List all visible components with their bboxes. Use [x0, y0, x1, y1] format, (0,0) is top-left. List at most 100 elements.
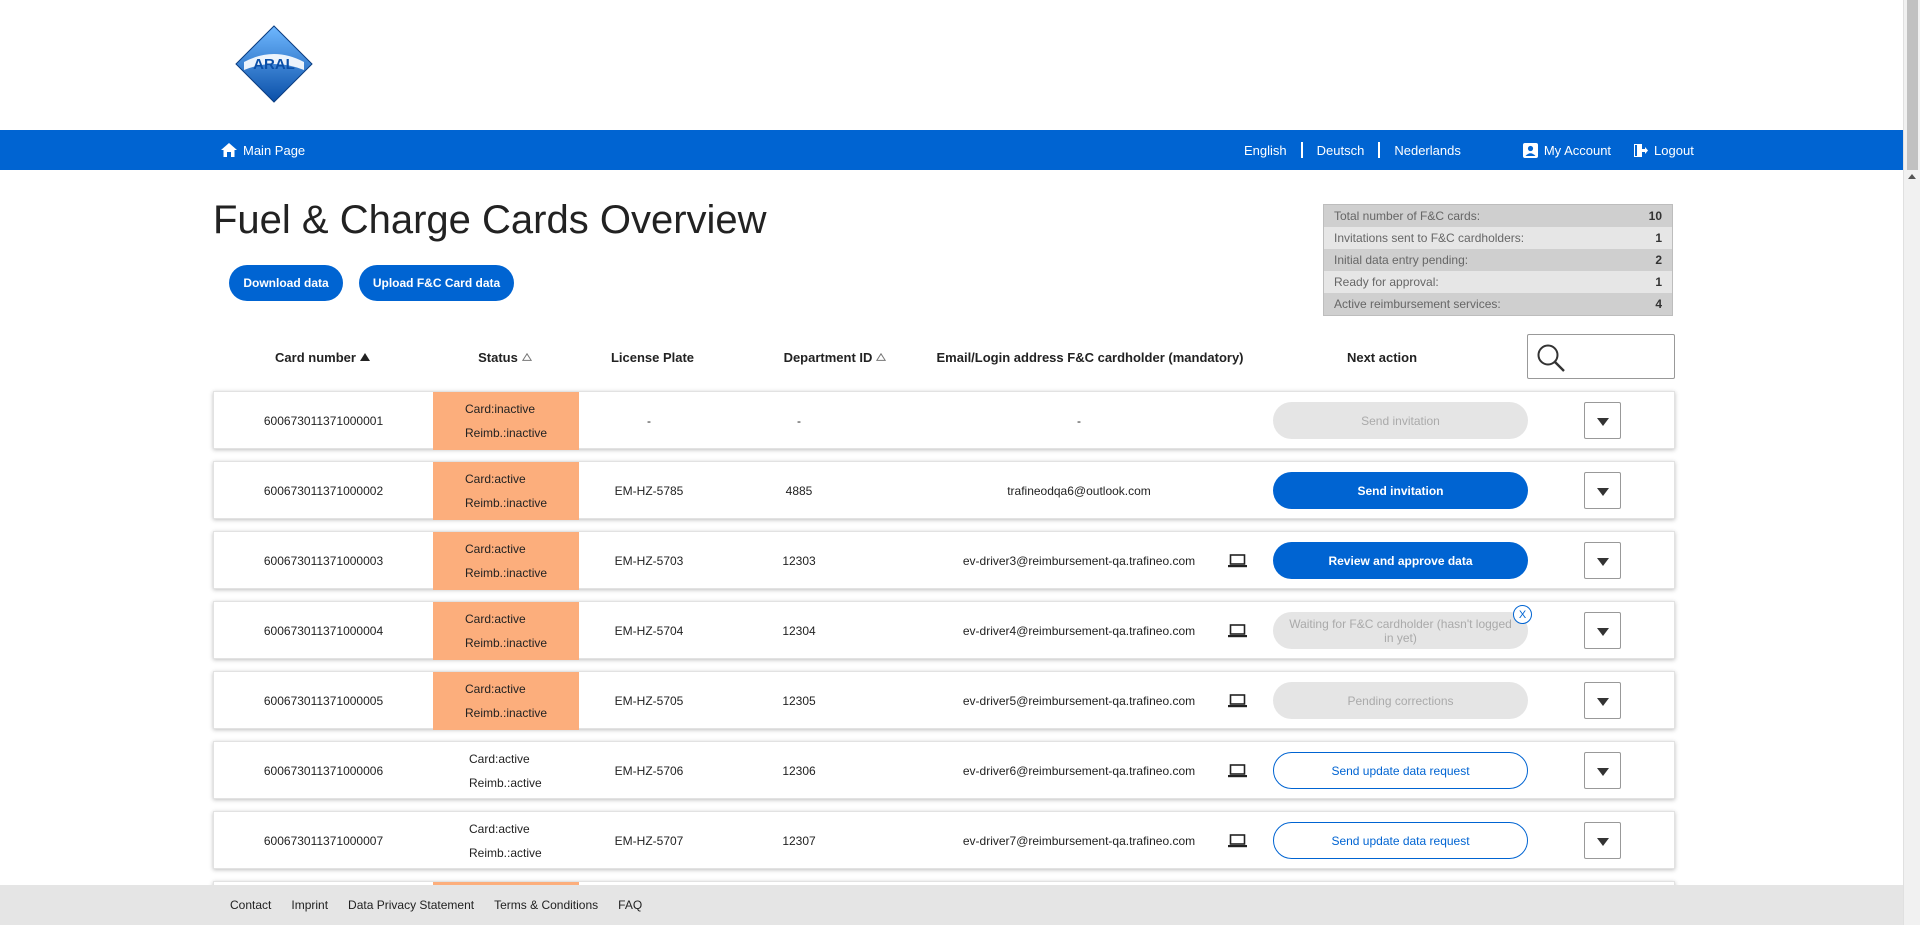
status-cell: Card:active Reimb.:inactive [433, 672, 579, 730]
row-dropdown-button[interactable] [1584, 612, 1621, 649]
header-license-plate-label: License Plate [610, 349, 695, 365]
laptop-icon[interactable] [1228, 764, 1247, 778]
footer-privacy-link[interactable]: Data Privacy Statement [348, 898, 474, 912]
summary-row: Initial data entry pending: 2 [1324, 249, 1672, 271]
table-row: 600673011371000001 Card:inactive Reimb.:… [213, 391, 1675, 450]
department-id: 12307 [782, 834, 816, 848]
top-navbar: Main Page English Deutsch Nederlands My … [0, 130, 1903, 170]
reimb-status: Reimb.:active [469, 846, 542, 860]
download-data-button[interactable]: Download data [229, 265, 343, 301]
header-card-number-label: Card number [275, 349, 356, 365]
table-row: 600673011371000007 Card:active Reimb.:ac… [213, 811, 1675, 869]
row-dropdown-button[interactable] [1584, 542, 1621, 579]
status-cell: Card:active Reimb.:active [433, 742, 579, 800]
row-dropdown-button[interactable] [1584, 752, 1621, 789]
header-next-action-label: Next action [1346, 349, 1418, 365]
review-approve-button[interactable]: Review and approve data [1273, 542, 1528, 579]
header-email: Email/Login address F&C cardholder (mand… [930, 349, 1250, 365]
vertical-scrollbar[interactable] [1903, 0, 1920, 925]
footer-imprint-link[interactable]: Imprint [291, 898, 328, 912]
license-plate: - [647, 414, 651, 428]
card-number: 600673011371000004 [263, 624, 384, 638]
header-license-plate: License Plate [595, 349, 710, 365]
pending-corrections-button[interactable]: Pending corrections [1273, 682, 1528, 719]
send-invitation-button[interactable]: Send invitation [1273, 402, 1528, 439]
row-dropdown-button[interactable] [1584, 402, 1621, 439]
search-icon [1537, 344, 1565, 372]
sort-asc-icon [359, 353, 370, 361]
email: ev-driver7@reimbursement-qa.trafineo.com [962, 834, 1196, 848]
department-id: 12305 [782, 694, 816, 708]
reimb-status: Reimb.:inactive [465, 496, 548, 510]
summary-value: 4 [1655, 297, 1662, 311]
reimb-status: Reimb.:inactive [465, 636, 548, 650]
summary-value: 2 [1655, 253, 1662, 267]
row-dropdown-button[interactable] [1584, 822, 1621, 859]
main-page-link[interactable]: Main Page [221, 130, 305, 170]
card-status: Card:inactive [465, 402, 536, 416]
header-status[interactable]: Status [455, 349, 555, 365]
aral-logo[interactable]: ARAL [234, 24, 314, 104]
card-status: Card:active [469, 822, 530, 836]
email: ev-driver5@reimbursement-qa.trafineo.com [962, 694, 1196, 708]
lang-nederlands[interactable]: Nederlands [1380, 143, 1475, 158]
summary-label: Invitations sent to F&C cardholders: [1334, 231, 1525, 245]
status-cell: Card:inactive Reimb.:inactive [433, 392, 579, 450]
account-icon [1522, 142, 1538, 158]
header-department-id[interactable]: Department ID [760, 349, 910, 365]
table-row: 600673011371000002 Card:active Reimb.:in… [213, 461, 1675, 520]
logout-link[interactable]: Logout [1633, 143, 1694, 158]
card-number: 600673011371000007 [263, 834, 384, 848]
send-invitation-button[interactable]: Send invitation [1273, 472, 1528, 509]
status-cell: Card:active Reimb.:inactive [433, 602, 579, 660]
summary-label: Total number of F&C cards: [1334, 209, 1481, 223]
scroll-up-arrow-icon[interactable] [1908, 174, 1916, 179]
my-account-link[interactable]: My Account [1522, 142, 1611, 158]
lang-english[interactable]: English [1230, 143, 1301, 158]
status-cell: Card:active Reimb.:inactive [433, 462, 579, 520]
reimb-status: Reimb.:inactive [465, 566, 548, 580]
department-id: - [797, 414, 801, 428]
footer-faq-link[interactable]: FAQ [618, 898, 642, 912]
card-number: 600673011371000006 [263, 764, 384, 778]
summary-value: 1 [1655, 275, 1662, 289]
card-number: 600673011371000003 [263, 554, 384, 568]
page-title: Fuel & Charge Cards Overview [213, 198, 767, 242]
close-icon[interactable]: X [1513, 605, 1532, 624]
footer-terms-link[interactable]: Terms & Conditions [494, 898, 598, 912]
footer-contact-link[interactable]: Contact [230, 898, 271, 912]
department-id: 4885 [785, 484, 813, 498]
laptop-icon[interactable] [1228, 694, 1247, 708]
department-id: 12304 [782, 624, 816, 638]
search-input[interactable] [1527, 334, 1675, 379]
sort-neutral-icon [521, 353, 532, 361]
send-update-request-button[interactable]: Send update data request [1273, 752, 1528, 789]
table-row: 600673011371000003 Card:active Reimb.:in… [213, 531, 1675, 590]
main-page-label: Main Page [243, 142, 306, 158]
header-card-number[interactable]: Card number [240, 349, 405, 365]
card-status: Card:active [469, 752, 530, 766]
scrollbar-thumb[interactable] [1907, 0, 1918, 170]
footer: Contact Imprint Data Privacy Statement T… [0, 885, 1903, 925]
logout-icon [1634, 143, 1649, 157]
reimb-status: Reimb.:inactive [465, 706, 548, 720]
header-department-id-label: Department ID [783, 349, 873, 365]
row-dropdown-button[interactable] [1584, 472, 1621, 509]
email: ev-driver4@reimbursement-qa.trafineo.com [962, 624, 1196, 638]
upload-card-data-button[interactable]: Upload F&C Card data [359, 265, 514, 301]
laptop-icon[interactable] [1228, 834, 1247, 848]
laptop-icon[interactable] [1228, 554, 1247, 568]
card-number: 600673011371000001 [263, 414, 384, 428]
header-email-label: Email/Login address F&C cardholder (mand… [936, 349, 1244, 365]
row-dropdown-button[interactable] [1584, 682, 1621, 719]
header-status-label: Status [478, 349, 518, 365]
summary-value: 10 [1648, 209, 1662, 223]
logo-text: ARAL [253, 56, 295, 73]
home-icon [221, 143, 237, 157]
send-update-request-button[interactable]: Send update data request [1273, 822, 1528, 859]
table-row: 600673011371000004 Card:active Reimb.:in… [213, 601, 1675, 660]
waiting-status-button[interactable]: Waiting for F&C cardholder (hasn't logge… [1273, 612, 1528, 649]
laptop-icon[interactable] [1228, 624, 1247, 638]
lang-deutsch[interactable]: Deutsch [1303, 143, 1379, 158]
reimb-status: Reimb.:inactive [465, 426, 548, 440]
